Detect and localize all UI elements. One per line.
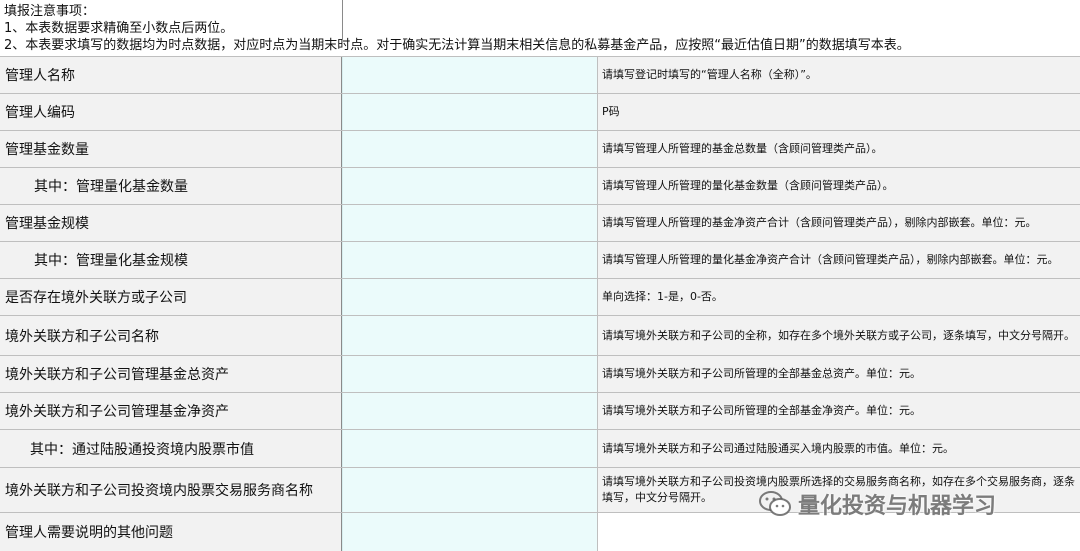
table-row: 管理人编码 P码 <box>0 94 1080 131</box>
fund-count-input[interactable] <box>342 131 598 167</box>
row-hint: 请填写境外关联方和子公司所管理的全部基金总资产。单位：元。 <box>598 356 1080 392</box>
row-label: 管理人编码 <box>0 94 342 130</box>
row-label: 其中：通过陆股通投资境内股票市值 <box>0 430 342 467</box>
row-hint: 请填写管理人所管理的基金总数量（含顾问管理类产品）。 <box>598 131 1080 167</box>
row-hint: 请填写境外关联方和子公司通过陆股通买入境内股票的市值。单位：元。 <box>598 430 1080 467</box>
quant-fund-count-input[interactable] <box>342 168 598 204</box>
table-row: 管理人需要说明的其他问题 <box>0 513 1080 551</box>
notes-title: 填报注意事项： <box>4 4 96 19</box>
row-hint: 请填写管理人所管理的基金净资产合计（含顾问管理类产品），剔除内部嵌套。单位：元。 <box>598 205 1080 241</box>
notes-section: 填报注意事项： 1、本表数据要求精确至小数点后两位。 2、本表要求填写的数据均为… <box>0 0 1080 57</box>
table-row: 境外关联方和子公司投资境内股票交易服务商名称 请填写境外关联方和子公司投资境内股… <box>0 468 1080 513</box>
table-row: 管理基金规模 请填写管理人所管理的基金净资产合计（含顾问管理类产品），剔除内部嵌… <box>0 205 1080 242</box>
overseas-affiliate-select[interactable] <box>342 279 598 315</box>
row-hint: 请填写管理人所管理的量化基金净资产合计（含顾问管理类产品），剔除内部嵌套。单位：… <box>598 242 1080 278</box>
table-row: 其中：管理量化基金数量 请填写管理人所管理的量化基金数量（含顾问管理类产品）。 <box>0 168 1080 205</box>
affiliate-net-assets-input[interactable] <box>342 393 598 429</box>
row-hint <box>598 513 1080 551</box>
row-label: 境外关联方和子公司管理基金净资产 <box>0 393 342 429</box>
table-row: 其中：管理量化基金规模 请填写管理人所管理的量化基金净资产合计（含顾问管理类产品… <box>0 242 1080 279</box>
row-hint: 单向选择：1-是，0-否。 <box>598 279 1080 315</box>
row-label: 境外关联方和子公司名称 <box>0 316 342 355</box>
quant-fund-scale-input[interactable] <box>342 242 598 278</box>
table-row: 境外关联方和子公司管理基金总资产 请填写境外关联方和子公司所管理的全部基金总资产… <box>0 356 1080 393</box>
row-label: 管理人名称 <box>0 57 342 93</box>
row-hint: P码 <box>598 94 1080 130</box>
row-hint: 请填写境外关联方和子公司投资境内股票所选择的交易服务商名称，如存在多个交易服务商… <box>598 468 1080 512</box>
notes-divider <box>342 0 343 40</box>
manager-name-input[interactable] <box>342 57 598 93</box>
other-issues-input[interactable] <box>342 513 598 551</box>
row-label: 境外关联方和子公司管理基金总资产 <box>0 356 342 392</box>
fund-scale-input[interactable] <box>342 205 598 241</box>
spreadsheet: 填报注意事项： 1、本表数据要求精确至小数点后两位。 2、本表要求填写的数据均为… <box>0 0 1080 551</box>
notes-line-1: 1、本表数据要求精确至小数点后两位。 <box>4 21 234 36</box>
affiliate-name-input[interactable] <box>342 316 598 355</box>
table-row: 境外关联方和子公司名称 请填写境外关联方和子公司的全称，如存在多个境外关联方或子… <box>0 316 1080 356</box>
row-hint: 请填写境外关联方和子公司的全称，如存在多个境外关联方或子公司，逐条填写，中文分号… <box>598 316 1080 355</box>
row-label: 其中：管理量化基金数量 <box>0 168 342 204</box>
stock-connect-value-input[interactable] <box>342 430 598 467</box>
broker-name-input[interactable] <box>342 468 598 512</box>
table-row: 境外关联方和子公司管理基金净资产 请填写境外关联方和子公司所管理的全部基金净资产… <box>0 393 1080 430</box>
row-label: 是否存在境外关联方或子公司 <box>0 279 342 315</box>
table-row: 其中：通过陆股通投资境内股票市值 请填写境外关联方和子公司通过陆股通买入境内股票… <box>0 430 1080 468</box>
row-label: 其中：管理量化基金规模 <box>0 242 342 278</box>
row-hint: 请填写管理人所管理的量化基金数量（含顾问管理类产品）。 <box>598 168 1080 204</box>
table-row: 是否存在境外关联方或子公司 单向选择：1-是，0-否。 <box>0 279 1080 316</box>
row-label: 管理基金规模 <box>0 205 342 241</box>
row-hint: 请填写登记时填写的“管理人名称（全称）”。 <box>598 57 1080 93</box>
affiliate-total-assets-input[interactable] <box>342 356 598 392</box>
table-row: 管理基金数量 请填写管理人所管理的基金总数量（含顾问管理类产品）。 <box>0 131 1080 168</box>
row-label: 境外关联方和子公司投资境内股票交易服务商名称 <box>0 468 342 512</box>
notes-line-2: 2、本表要求填写的数据均为时点数据，对应时点为当期末时点。对于确实无法计算当期末… <box>4 38 910 53</box>
table-row: 管理人名称 请填写登记时填写的“管理人名称（全称）”。 <box>0 57 1080 94</box>
manager-code-input[interactable] <box>342 94 598 130</box>
row-label: 管理基金数量 <box>0 131 342 167</box>
row-hint: 请填写境外关联方和子公司所管理的全部基金净资产。单位：元。 <box>598 393 1080 429</box>
row-label: 管理人需要说明的其他问题 <box>0 513 342 551</box>
